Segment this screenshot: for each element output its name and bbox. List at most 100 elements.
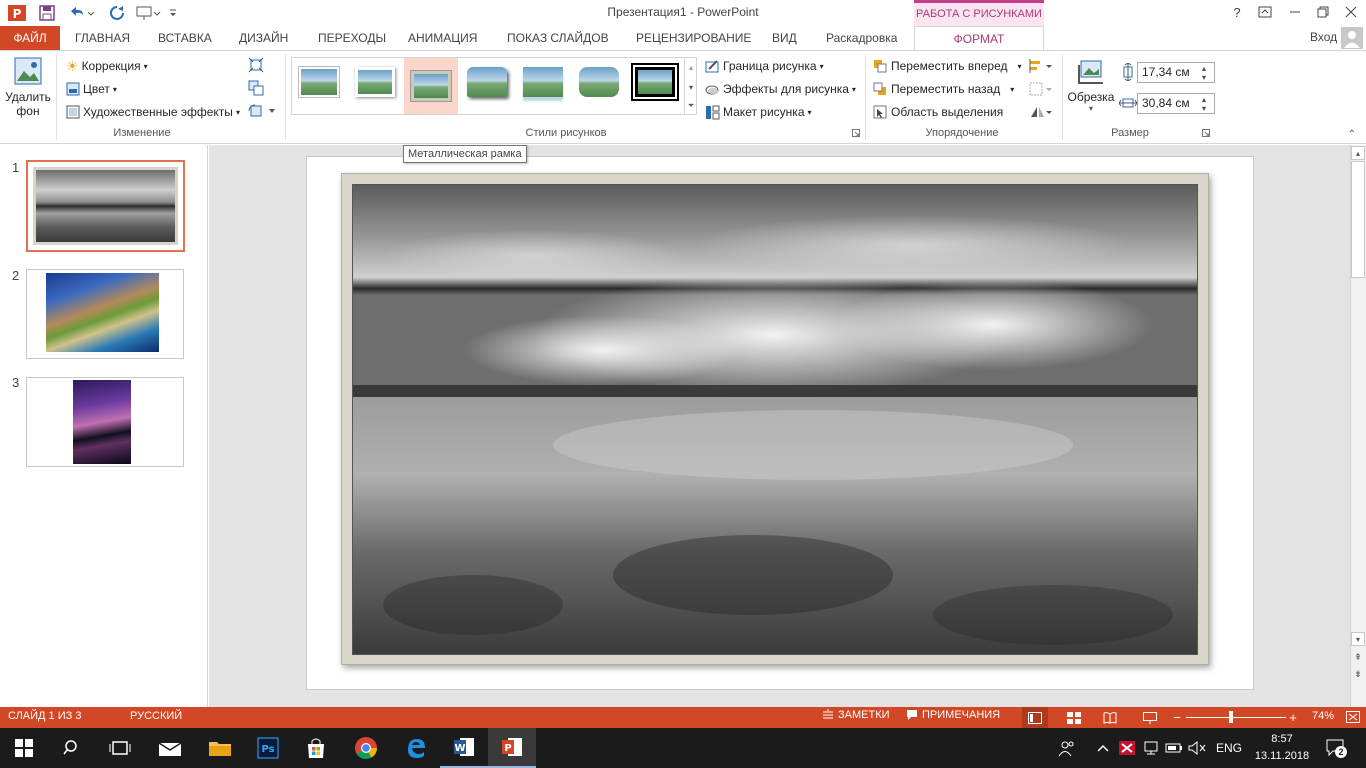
zoom-in-icon[interactable]: + <box>1287 708 1299 726</box>
notes-button[interactable]: ЗАМЕТКИ <box>822 709 890 721</box>
scroll-thumb[interactable] <box>1351 161 1365 278</box>
tab-file[interactable]: ФАЙЛ <box>0 26 60 50</box>
seascape-picture-icon <box>353 185 1197 654</box>
tab-view[interactable]: ВИД <box>764 26 805 50</box>
style-reflected[interactable] <box>520 62 566 102</box>
tab-storyboarding[interactable]: Раскадровка <box>818 26 905 50</box>
picture-layout-button[interactable]: Макет рисунка ▾ <box>705 103 812 121</box>
color-button[interactable]: Цвет ▾ <box>66 80 117 98</box>
start-button[interactable] <box>0 728 48 768</box>
picture-border-icon <box>705 59 719 72</box>
style-thick-black-frame[interactable] <box>632 62 678 102</box>
scroll-up-icon[interactable]: ▴ <box>1351 146 1365 160</box>
artistic-effects-button[interactable]: Художественные эффекты ▾ <box>66 103 240 121</box>
task-view-icon[interactable] <box>96 728 144 768</box>
svg-text:W: W <box>454 743 465 754</box>
search-icon[interactable] <box>48 728 96 768</box>
edge-icon[interactable] <box>392 728 440 768</box>
minimize-icon[interactable] <box>1280 0 1310 24</box>
width-spinner-icon[interactable]: ▴ ▾ <box>1197 93 1211 114</box>
store-icon[interactable] <box>292 728 340 768</box>
notification-count-badge: 2 <box>1335 746 1347 758</box>
ribbon-display-options-icon[interactable] <box>1250 0 1280 24</box>
scroll-down-icon[interactable]: ▾ <box>1351 632 1365 646</box>
normal-view-icon[interactable] <box>1022 707 1048 728</box>
next-slide-icon[interactable]: ⇟ <box>1351 667 1365 681</box>
tab-insert[interactable]: ВСТАВКА <box>150 26 220 50</box>
fit-slide-icon[interactable] <box>1343 709 1363 725</box>
slide-thumbnail-2[interactable] <box>26 269 184 359</box>
clock[interactable]: 8:57 13.11.2018 <box>1252 731 1312 765</box>
style-drop-shadow[interactable] <box>464 62 510 102</box>
picture-effects-button[interactable]: Эффекты для рисунка ▾ <box>705 80 856 98</box>
slide-picture[interactable] <box>352 184 1198 655</box>
selection-pane-button[interactable]: Область выделения <box>873 103 1003 121</box>
rotate-icon[interactable] <box>1028 103 1054 121</box>
photoshop-icon[interactable]: Ps <box>244 728 292 768</box>
slideshow-view-icon[interactable] <box>1138 707 1162 728</box>
comments-button[interactable]: ПРИМЕЧАНИЯ <box>906 709 1000 721</box>
people-icon[interactable] <box>1055 736 1079 760</box>
tab-home[interactable]: ГЛАВНАЯ <box>67 26 138 50</box>
tab-slideshow[interactable]: ПОКАЗ СЛАЙДОВ <box>499 26 617 50</box>
correction-button[interactable]: ☀ Коррекция ▾ <box>66 57 148 75</box>
input-language[interactable]: ENG <box>1216 741 1242 755</box>
gallery-down-icon[interactable]: ▾ <box>685 78 697 96</box>
antivirus-icon[interactable] <box>1116 736 1138 760</box>
restore-icon[interactable] <box>1308 0 1338 24</box>
remove-background-button[interactable]: Удалить фон <box>4 55 52 125</box>
tab-design[interactable]: ДИЗАЙН <box>231 26 296 50</box>
format-picture-launcher-icon[interactable] <box>851 128 861 138</box>
picture-border-button[interactable]: Граница рисунка ▾ <box>705 57 824 75</box>
gallery-up-icon[interactable]: ▴ <box>685 58 697 76</box>
bring-forward-button[interactable]: Переместить вперед ▾ <box>873 57 1022 75</box>
style-soft-edge[interactable] <box>352 62 398 102</box>
windows-logo-icon <box>15 739 33 757</box>
word-icon[interactable]: W <box>440 728 488 768</box>
volume-muted-icon[interactable] <box>1186 736 1208 760</box>
powerpoint-taskbar-icon[interactable]: P <box>488 728 536 768</box>
file-explorer-icon[interactable] <box>196 728 244 768</box>
chrome-icon[interactable] <box>342 728 390 768</box>
change-picture-icon[interactable] <box>246 79 266 97</box>
style-simple-frame[interactable] <box>296 62 342 102</box>
reading-view-icon[interactable] <box>1098 707 1122 728</box>
size-launcher-icon[interactable] <box>1201 128 1211 138</box>
mail-icon[interactable] <box>146 728 194 768</box>
style-rounded[interactable] <box>576 62 622 102</box>
correction-label: Коррекция <box>81 59 141 73</box>
user-avatar[interactable] <box>1341 27 1363 49</box>
collapse-ribbon-icon[interactable]: ⌃ <box>1345 128 1359 140</box>
help-button[interactable]: ? <box>1222 0 1252 24</box>
slide-thumbnail-3[interactable] <box>26 377 184 467</box>
style-metal-frame[interactable] <box>404 58 458 114</box>
battery-icon[interactable] <box>1163 736 1185 760</box>
send-backward-button[interactable]: Переместить назад ▾ <box>873 80 1014 98</box>
crop-button[interactable]: Обрезка ▾ <box>1066 55 1116 123</box>
slide-sorter-icon[interactable] <box>1062 707 1086 728</box>
gallery-more-icon[interactable]: ⏷ <box>685 98 697 114</box>
height-spinner-icon[interactable]: ▴ ▾ <box>1197 62 1211 83</box>
comments-icon <box>907 710 917 720</box>
send-backward-label: Переместить назад <box>891 82 1001 96</box>
zoom-slider-thumb[interactable] <box>1229 711 1233 723</box>
compress-pictures-icon[interactable] <box>246 56 266 74</box>
close-icon[interactable] <box>1336 0 1366 24</box>
reset-picture-icon[interactable] <box>246 102 276 120</box>
previous-slide-icon[interactable]: ⇞ <box>1351 650 1365 664</box>
zoom-slider-track[interactable] <box>1186 717 1286 718</box>
tab-transitions[interactable]: ПЕРЕХОДЫ <box>310 26 394 50</box>
network-icon[interactable] <box>1140 736 1162 760</box>
tab-review[interactable]: РЕЦЕНЗИРОВАНИЕ <box>628 26 759 50</box>
zoom-out-icon[interactable]: − <box>1171 708 1183 726</box>
align-icon[interactable] <box>1028 57 1054 75</box>
tab-format[interactable]: ФОРМАТ <box>914 26 1044 50</box>
slide-thumbnail-1[interactable] <box>26 160 185 252</box>
crop-label: Обрезка <box>1067 90 1115 104</box>
language-status[interactable]: РУССКИЙ <box>130 710 182 722</box>
show-hidden-icons-icon[interactable] <box>1093 736 1113 760</box>
group-icon[interactable] <box>1028 80 1054 98</box>
tab-animations[interactable]: АНИМАЦИЯ <box>400 26 485 50</box>
zoom-level[interactable]: 74% <box>1312 710 1334 722</box>
sign-in-link[interactable]: Вход <box>1310 30 1337 44</box>
